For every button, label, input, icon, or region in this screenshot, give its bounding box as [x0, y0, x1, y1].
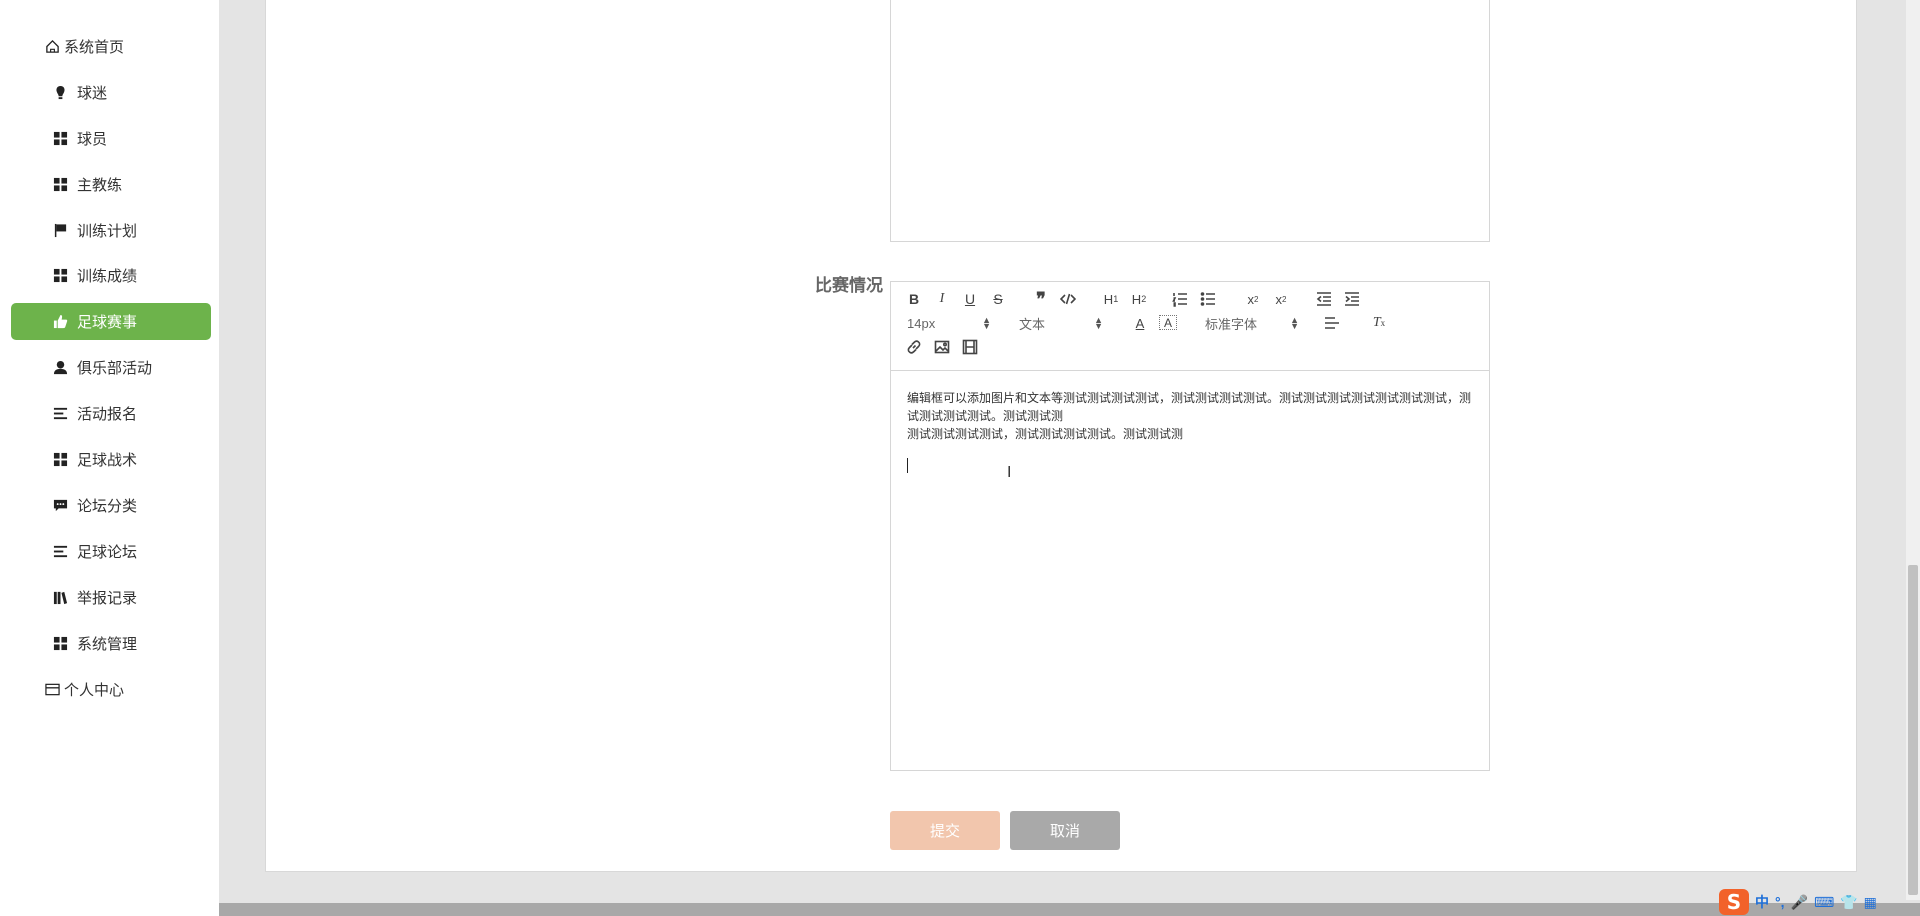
link-icon[interactable]	[905, 337, 923, 357]
clear-format-button[interactable]: Tx	[1369, 313, 1389, 333]
indent-button[interactable]	[1343, 289, 1361, 309]
sidebar-item-label: 足球赛事	[77, 314, 138, 331]
sidebar-item-label: 举报记录	[77, 590, 138, 607]
ordered-list-button[interactable]	[1171, 289, 1189, 309]
sidebar-item-personal-center[interactable]: 个人中心	[11, 671, 211, 708]
bullet-list-button[interactable]	[1199, 289, 1217, 309]
blockquote-button[interactable]: ❞	[1031, 289, 1051, 309]
select-arrow-icon: ▲ ▼	[982, 315, 991, 331]
sidebar-item-activity-signup[interactable]: 活动报名	[11, 395, 211, 432]
superscript-button[interactable]: x2	[1271, 289, 1291, 309]
keyboard-icon[interactable]: ⌨	[1814, 894, 1834, 911]
sidebar-item-label: 系统首页	[64, 39, 125, 56]
skin-icon[interactable]: 👕	[1840, 894, 1857, 911]
font-size-select[interactable]: 14px ▲ ▼	[907, 313, 991, 333]
toolbox-icon[interactable]: ▦	[1864, 894, 1877, 911]
font-size-value: 14px	[907, 315, 936, 331]
font-color-button[interactable]: A	[1131, 313, 1149, 333]
sidebar-item-label: 足球论坛	[77, 544, 138, 561]
person-icon	[52, 360, 68, 376]
outdent-button[interactable]	[1315, 289, 1333, 309]
submit-button[interactable]: 提交	[890, 811, 1000, 850]
sidebar-item-label: 训练计划	[77, 223, 138, 240]
sidebar-item-football-matches[interactable]: 足球赛事	[11, 303, 211, 340]
sidebar-item-tactics[interactable]: 足球战术	[11, 441, 211, 478]
sidebar-item-players[interactable]: 球员	[11, 120, 211, 157]
scrollbar-thumb[interactable]	[1908, 565, 1918, 895]
sidebar-item-system-management[interactable]: 系统管理	[11, 625, 211, 662]
ime-tray: S 中 °, 🎤 ⌨ 👕 ▦	[1715, 888, 1920, 916]
punctuation-icon[interactable]: °,	[1775, 894, 1785, 910]
grid-icon	[52, 636, 68, 652]
h2-button[interactable]: H2	[1128, 289, 1150, 309]
form-card: 比赛情况 B I U S ❞ H1 H2 x2 x2 14px ▲ ▼ 文本 ▲…	[265, 0, 1857, 872]
header-select[interactable]: 文本 ▲ ▼	[1019, 313, 1103, 333]
sidebar-item-label: 球员	[77, 131, 108, 148]
sidebar-item-label: 训练成绩	[77, 268, 138, 285]
text-cursor-icon: I	[1007, 464, 1012, 481]
previous-editor-area[interactable]	[890, 0, 1490, 242]
sidebar-item-club-activities[interactable]: 俱乐部活动	[11, 349, 211, 386]
content-line: 编辑框可以添加图片和文本等测试测试测试测试，测试测试测试测试。测试测试测试测试测…	[907, 391, 1472, 423]
horizontal-scrollbar[interactable]	[219, 903, 1920, 916]
cancel-button[interactable]: 取消	[1010, 811, 1120, 850]
background-color-button[interactable]: A	[1159, 315, 1177, 330]
rich-text-editor[interactable]: B I U S ❞ H1 H2 x2 x2 14px ▲▼ 文本 ▲▼ A	[890, 281, 1490, 771]
chat-icon	[52, 498, 68, 514]
thumb-icon	[52, 314, 68, 330]
grid-icon	[52, 131, 68, 147]
home-icon	[44, 39, 60, 55]
book-icon	[52, 590, 68, 606]
align-button[interactable]	[1323, 313, 1341, 333]
sidebar: 系统首页 球迷 球员 主教练 训练计划 训练成绩 足球赛事 俱乐部活动 活动报名…	[0, 0, 219, 916]
vertical-scrollbar[interactable]	[1906, 0, 1920, 900]
sidebar-item-label: 主教练	[77, 177, 123, 194]
underline-button[interactable]: U	[961, 289, 979, 309]
italic-button[interactable]: I	[933, 289, 951, 309]
grid-icon	[52, 268, 68, 284]
list-icon	[52, 406, 68, 422]
header-value: 文本	[1019, 316, 1046, 332]
list-icon	[52, 544, 68, 560]
editor-toolbar: B I U S ❞ H1 H2 x2 x2 14px ▲▼ 文本 ▲▼ A	[891, 282, 1489, 371]
sidebar-item-reports[interactable]: 举报记录	[11, 579, 211, 616]
sidebar-item-training-scores[interactable]: 训练成绩	[11, 257, 211, 294]
flag-icon	[52, 223, 68, 239]
sidebar-item-forum-categories[interactable]: 论坛分类	[11, 487, 211, 524]
match-details-label: 比赛情况	[815, 276, 883, 295]
sidebar-item-home[interactable]: 系统首页	[11, 28, 211, 65]
sidebar-item-label: 球迷	[77, 85, 108, 102]
microphone-icon[interactable]: 🎤	[1791, 894, 1808, 911]
sidebar-item-label: 俱乐部活动	[77, 360, 153, 377]
card-icon	[44, 682, 60, 698]
sidebar-item-label: 论坛分类	[77, 498, 138, 515]
bulb-icon	[52, 85, 68, 101]
text-caret	[907, 458, 908, 473]
font-family-select[interactable]: 标准字体 ▲ ▼	[1205, 313, 1299, 333]
select-arrow-icon: ▲ ▼	[1094, 315, 1103, 331]
strike-button[interactable]: S	[989, 289, 1007, 309]
sidebar-item-label: 个人中心	[64, 682, 125, 699]
select-arrow-icon: ▲ ▼	[1290, 315, 1299, 331]
sidebar-item-fans[interactable]: 球迷	[11, 74, 211, 111]
image-icon[interactable]	[933, 337, 951, 357]
grid-icon	[52, 452, 68, 468]
sidebar-item-label: 活动报名	[77, 406, 138, 423]
sidebar-item-coach[interactable]: 主教练	[11, 166, 211, 203]
content-line: 测试测试测试测试，测试测试测试测试。测试测试测	[907, 427, 1184, 441]
subscript-button[interactable]: x2	[1243, 289, 1263, 309]
sidebar-item-label: 系统管理	[77, 636, 138, 653]
sogou-logo-icon[interactable]: S	[1719, 889, 1749, 915]
h1-button[interactable]: H1	[1100, 289, 1122, 309]
font-family-value: 标准字体	[1205, 316, 1258, 332]
bold-button[interactable]: B	[905, 289, 923, 309]
sidebar-item-forum[interactable]: 足球论坛	[11, 533, 211, 570]
ime-mode-indicator[interactable]: 中	[1755, 892, 1769, 912]
grid-icon	[52, 177, 68, 193]
video-icon[interactable]	[961, 337, 979, 357]
code-block-button[interactable]	[1058, 289, 1078, 309]
editor-content[interactable]: 编辑框可以添加图片和文本等测试测试测试测试，测试测试测试测试。测试测试测试测试测…	[907, 389, 1477, 443]
sidebar-item-label: 足球战术	[77, 452, 138, 469]
sidebar-item-training-plan[interactable]: 训练计划	[11, 212, 211, 249]
